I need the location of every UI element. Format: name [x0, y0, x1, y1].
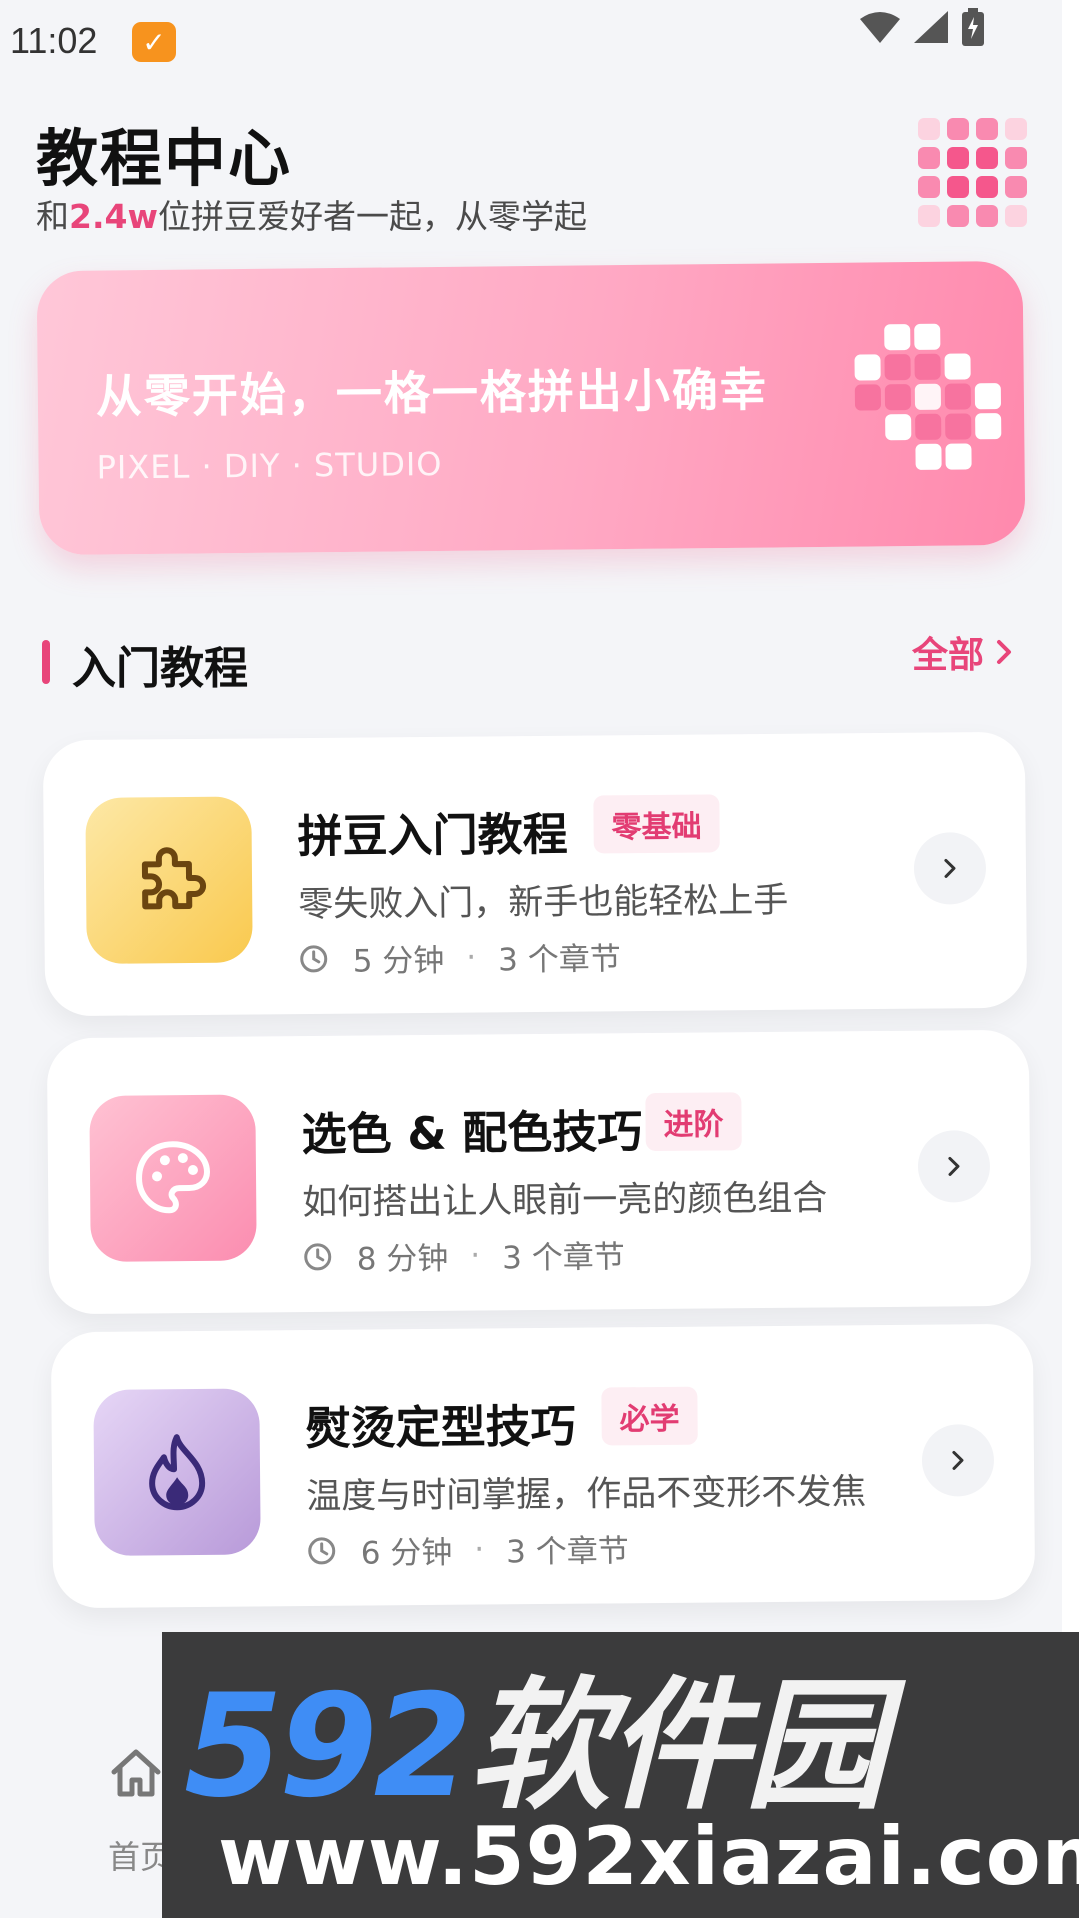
meta-separator: ·	[466, 939, 477, 976]
chevron-right-icon	[952, 1450, 964, 1470]
chevron-right-icon	[948, 1156, 960, 1176]
open-course-button[interactable]	[913, 832, 987, 905]
wifi-icon	[860, 12, 900, 43]
course-title: 选色 & 配色技巧	[301, 1105, 643, 1162]
flame-icon	[93, 1388, 261, 1556]
pixel-logo-icon	[918, 118, 1027, 227]
clock-icon	[304, 1242, 332, 1270]
app-screen: 11:02 ✓ 教程中心 和2.4w位拼豆爱好者一起，从零学起 从零开始，一格一…	[0, 0, 1062, 1918]
puzzle-icon	[85, 796, 253, 964]
status-icons	[860, 8, 984, 46]
status-time: 11:02	[10, 20, 98, 61]
signal-icon	[914, 11, 948, 43]
course-description: 如何搭出让人眼前一亮的颜色组合	[302, 1178, 828, 1224]
clock-icon	[300, 944, 328, 972]
open-course-button[interactable]	[917, 1130, 991, 1203]
chevron-right-icon	[944, 858, 956, 878]
meta-separator: ·	[470, 1237, 481, 1274]
battery-icon	[962, 8, 984, 46]
course-card[interactable]: 拼豆入门教程 零基础 零失败入门，新手也能轻松上手 5 分钟 · 3 个章节	[42, 731, 1028, 1017]
section-accent-bar	[42, 640, 50, 684]
banner-subtitle: PIXEL · DIY · STUDIO	[96, 444, 443, 487]
watermark-overlay: 592软件园 www.592xiazai.com	[162, 1632, 1079, 1918]
nav-home-tab[interactable]	[110, 1748, 162, 1802]
chevron-right-icon	[997, 640, 1012, 664]
pixel-heart-icon	[852, 323, 1004, 475]
promo-banner[interactable]: 从零开始，一格一格拼出小确幸 PIXEL · DIY · STUDIO	[36, 260, 1026, 556]
course-level-badge: 必学	[601, 1386, 698, 1446]
course-description: 温度与时间掌握，作品不变形不发焦	[306, 1472, 867, 1518]
course-level-badge: 进阶	[645, 1092, 742, 1152]
course-title: 拼豆入门教程	[297, 807, 568, 864]
view-all-link[interactable]: 全部	[912, 626, 1012, 678]
meta-separator: ·	[474, 1531, 485, 1568]
view-all-label: 全部	[912, 635, 985, 676]
banner-title: 从零开始，一格一格拼出小确幸	[95, 362, 769, 424]
subtitle-prefix: 和	[36, 197, 69, 236]
course-description: 零失败入门，新手也能轻松上手	[298, 880, 789, 926]
course-card[interactable]: 选色 & 配色技巧 进阶 如何搭出让人眼前一亮的颜色组合 8 分钟 · 3 个章…	[46, 1029, 1032, 1315]
section-title: 入门教程	[72, 643, 248, 694]
course-meta: 5 分钟 · 3 个章节	[299, 933, 621, 981]
subtitle-suffix: 位拼豆爱好者一起，从零学起	[157, 197, 587, 236]
watermark-url: www.592xiazai.com	[218, 1810, 1079, 1903]
home-icon	[111, 1749, 161, 1797]
course-duration: 5 分钟	[352, 942, 445, 980]
course-meta: 6 分钟 · 3 个章节	[307, 1525, 629, 1573]
course-duration: 8 分钟	[356, 1240, 449, 1278]
page-title: 教程中心	[36, 122, 293, 195]
course-meta: 8 分钟 · 3 个章节	[303, 1231, 625, 1279]
watermark-number: 592	[184, 1664, 472, 1829]
open-course-button[interactable]	[921, 1424, 995, 1497]
app-notification-icon: ✓	[132, 22, 176, 62]
clock-icon	[308, 1536, 336, 1564]
course-chapters: 3 个章节	[498, 941, 621, 979]
watermark-name: 软件园	[468, 1664, 886, 1829]
page-subtitle: 和2.4w位拼豆爱好者一起，从零学起	[36, 190, 587, 238]
course-level-badge: 零基础	[593, 794, 720, 854]
course-duration: 6 分钟	[360, 1534, 453, 1572]
palette-icon	[89, 1094, 257, 1262]
subtitle-user-count: 2.4w	[69, 197, 158, 236]
course-title: 熨烫定型技巧	[305, 1399, 576, 1456]
course-card[interactable]: 熨烫定型技巧 必学 温度与时间掌握，作品不变形不发焦 6 分钟 · 3 个章节	[50, 1323, 1036, 1609]
course-chapters: 3 个章节	[506, 1533, 629, 1571]
watermark-logo: 592软件园	[184, 1676, 886, 1818]
course-chapters: 3 个章节	[502, 1239, 625, 1277]
